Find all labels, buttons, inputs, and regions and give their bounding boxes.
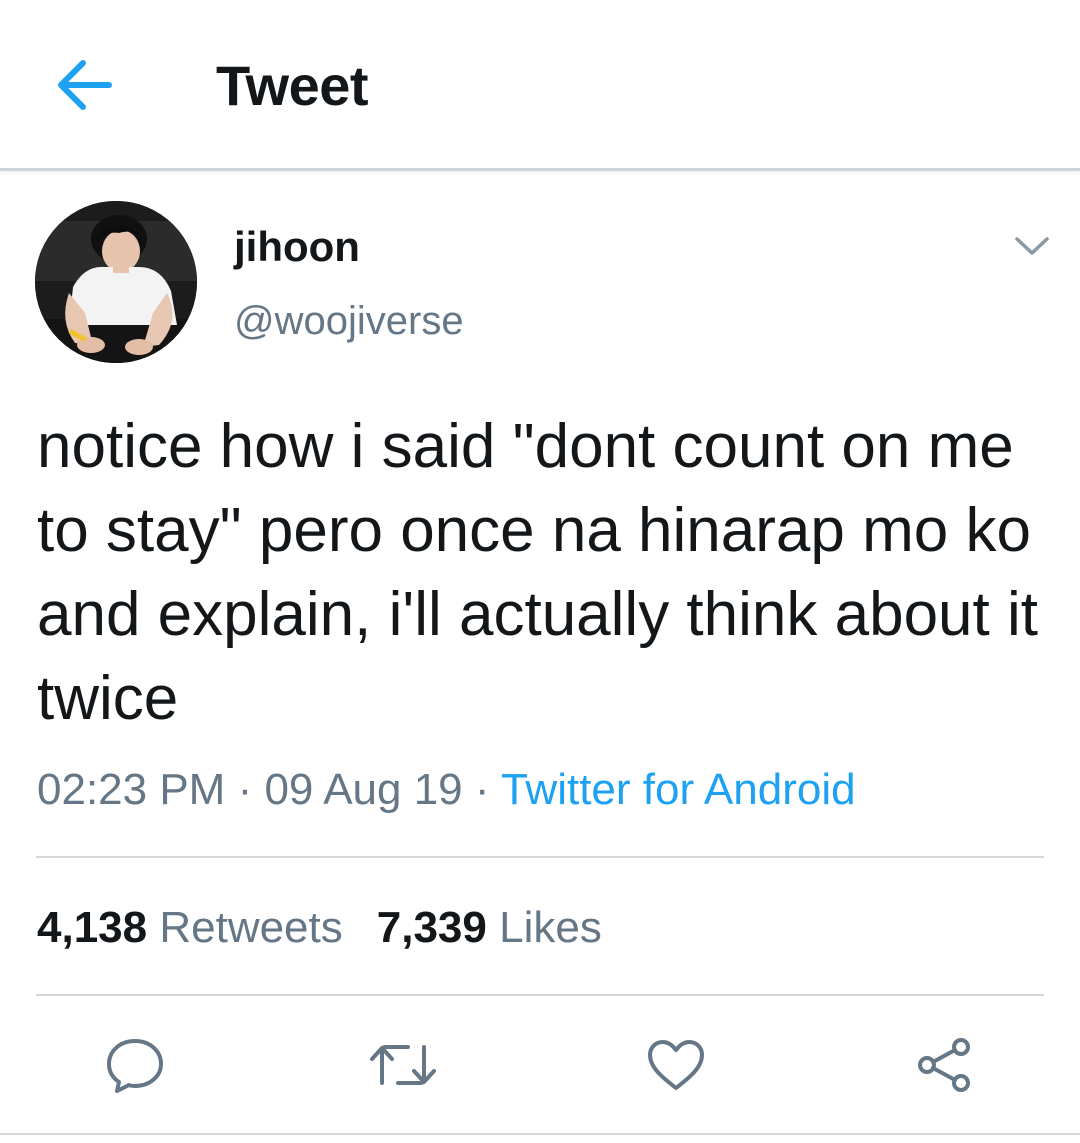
- divider: [36, 856, 1044, 858]
- chevron-down-icon: [1015, 237, 1049, 255]
- page-title: Tweet: [216, 54, 369, 117]
- retweets-count: 4,138: [37, 903, 148, 952]
- app-bar: Tweet: [0, 0, 1080, 171]
- likes-label: Likes: [499, 903, 602, 952]
- meta-separator: ·: [225, 765, 265, 814]
- retweets-stat[interactable]: 4,138 Retweets: [37, 903, 343, 952]
- tweet-text: notice how i said "dont count on me to s…: [37, 412, 1038, 733]
- tweet-time: 02:23 PM: [37, 765, 226, 814]
- divider: [0, 1133, 1080, 1135]
- arrow-left-icon: [58, 60, 112, 110]
- retweet-button[interactable]: [368, 1030, 438, 1100]
- retweets-label: Retweets: [159, 903, 343, 952]
- retweet-icon: [370, 1045, 436, 1085]
- share-button[interactable]: [910, 1030, 980, 1100]
- likes-stat[interactable]: 7,339 Likes: [377, 903, 602, 952]
- tweet-date: 09 Aug 19: [264, 765, 463, 814]
- reply-button[interactable]: [100, 1030, 170, 1100]
- likes-count: 7,339: [376, 903, 487, 952]
- share-icon: [918, 1038, 970, 1092]
- user-avatar-photo: [35, 201, 197, 363]
- meta-separator: ·: [462, 765, 501, 814]
- reply-icon: [107, 1039, 163, 1093]
- tweet-meta: 02:23 PM · 09 Aug 19 · Twitter for Andro…: [37, 762, 856, 818]
- user-handle[interactable]: @woojiverse: [234, 296, 464, 346]
- like-button[interactable]: [641, 1030, 711, 1100]
- tweet-source-link[interactable]: Twitter for Android: [501, 765, 856, 814]
- display-name[interactable]: jihoon: [234, 222, 360, 272]
- tweet-stats: 4,138 Retweets 7,339 Likes: [37, 900, 602, 956]
- divider: [36, 994, 1044, 996]
- heart-icon: [648, 1040, 704, 1090]
- tweet-options-button[interactable]: [1006, 224, 1058, 268]
- avatar[interactable]: [35, 201, 197, 363]
- back-button[interactable]: [44, 44, 126, 126]
